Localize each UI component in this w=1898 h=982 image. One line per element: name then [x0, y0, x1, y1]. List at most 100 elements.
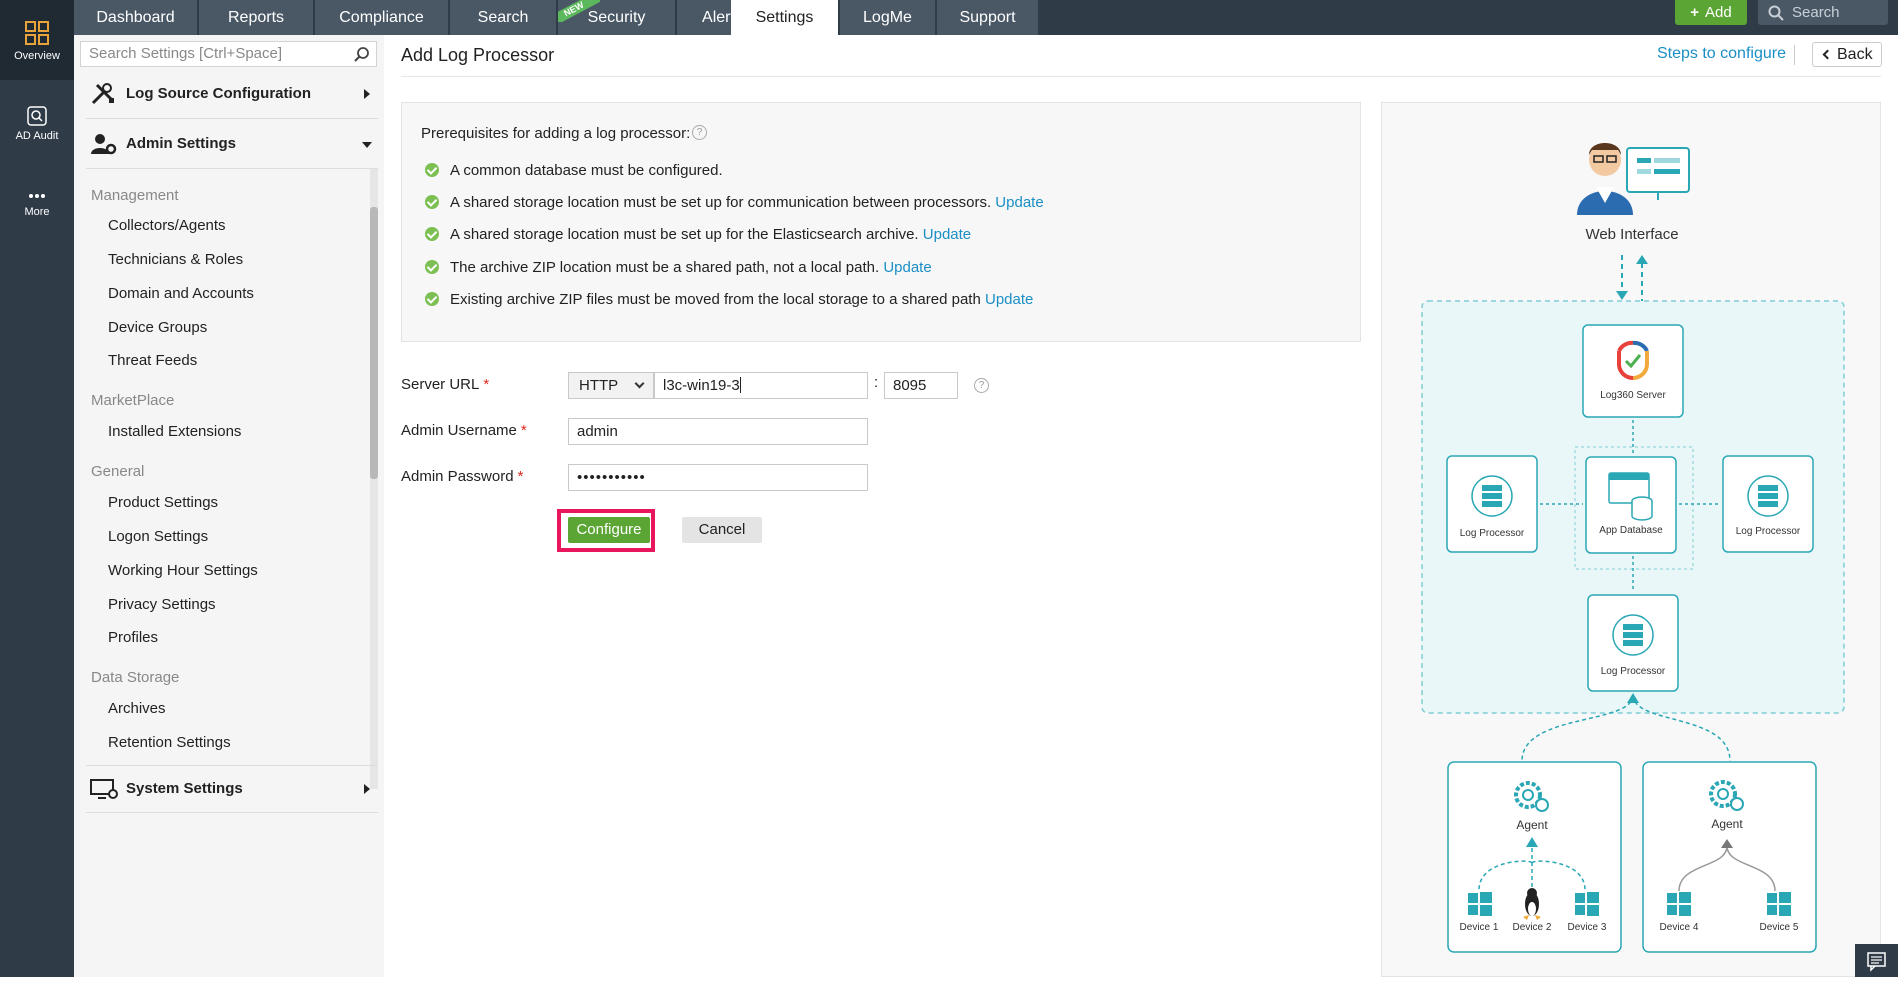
- web-interface-icon: [1577, 143, 1690, 215]
- tools-icon: [91, 83, 114, 105]
- search-icon: [354, 47, 369, 62]
- link-archives[interactable]: Archives: [108, 700, 166, 717]
- link-device-groups[interactable]: Device Groups: [108, 319, 207, 336]
- check-circle-icon: [425, 163, 439, 177]
- main-content: Add Log Processor Steps to configure Bac…: [384, 35, 1898, 977]
- link-retention-settings[interactable]: Retention Settings: [108, 734, 231, 751]
- tab-reports[interactable]: Reports: [199, 0, 314, 35]
- link-privacy-settings[interactable]: Privacy Settings: [108, 596, 216, 613]
- device-label: Device 1: [1460, 922, 1499, 933]
- link-product-settings[interactable]: Product Settings: [108, 494, 218, 511]
- link-logon-settings[interactable]: Logon Settings: [108, 528, 208, 545]
- update-link[interactable]: Update: [883, 259, 931, 276]
- protocol-select[interactable]: HTTP: [568, 372, 654, 399]
- update-link[interactable]: Update: [985, 291, 1033, 308]
- prerequisites-title: Prerequisites for adding a log processor…: [421, 125, 691, 142]
- web-interface-label: Web Interface: [1585, 226, 1678, 243]
- rail-overview[interactable]: Overview: [0, 0, 74, 80]
- sidebar-scrollbar[interactable]: [370, 169, 378, 789]
- device-label: Device 4: [1660, 922, 1699, 933]
- chevron-right-icon: [364, 784, 370, 794]
- add-button[interactable]: + Add: [1675, 0, 1747, 25]
- search-icon: [27, 106, 47, 126]
- more-icon: [29, 194, 45, 198]
- update-link[interactable]: Update: [995, 194, 1043, 211]
- settings-sidebar: Search Settings [Ctrl+Space] Log Source …: [74, 35, 384, 977]
- check-circle-icon: [425, 195, 439, 209]
- check-circle-icon: [425, 227, 439, 241]
- rail-more[interactable]: More: [0, 190, 74, 218]
- admin-username-input[interactable]: admin: [568, 418, 868, 445]
- group-data-storage: Data Storage: [91, 669, 180, 686]
- agent-label: Agent: [1516, 818, 1548, 832]
- device-label: Device 2: [1513, 922, 1552, 933]
- admin-username-label: Admin Username *: [401, 422, 527, 439]
- admin-password-label: Admin Password *: [401, 468, 524, 485]
- tab-logme[interactable]: LogMe: [840, 0, 936, 35]
- title-divider: [401, 76, 1881, 77]
- system-settings[interactable]: System Settings: [86, 765, 378, 813]
- tab-search[interactable]: Search: [450, 0, 557, 35]
- monitor-icon: [90, 779, 118, 799]
- chat-button[interactable]: [1855, 944, 1898, 977]
- cancel-button[interactable]: Cancel: [682, 517, 762, 543]
- link-collectors-agents[interactable]: Collectors/Agents: [108, 217, 226, 234]
- update-link[interactable]: Update: [923, 226, 971, 243]
- chevron-down-icon: [634, 378, 645, 389]
- scrollbar-thumb[interactable]: [370, 207, 378, 479]
- admin-settings[interactable]: Admin Settings: [86, 121, 378, 169]
- link-threat-feeds[interactable]: Threat Feeds: [108, 352, 197, 369]
- link-technicians-roles[interactable]: Technicians & Roles: [108, 251, 243, 268]
- text-cursor: [739, 377, 741, 393]
- device-label: Device 5: [1760, 922, 1799, 933]
- rail-label: Overview: [14, 50, 60, 62]
- group-marketplace: MarketPlace: [91, 392, 175, 409]
- server-host-input[interactable]: l3c-win19-3: [654, 372, 868, 399]
- chevron-left-icon: [1822, 49, 1833, 60]
- admin-password-input[interactable]: •••••••••••: [568, 464, 868, 491]
- log-processor-label: Log Processor: [1460, 528, 1525, 539]
- left-rail: Overview AD Audit More: [0, 0, 74, 977]
- tab-security[interactable]: NEW Security: [558, 0, 676, 35]
- rail-label: More: [24, 206, 50, 218]
- device-label: Device 3: [1568, 922, 1607, 933]
- help-icon[interactable]: ?: [974, 378, 989, 393]
- tab-dashboard[interactable]: Dashboard: [74, 0, 198, 35]
- agent-label: Agent: [1711, 817, 1743, 831]
- link-profiles[interactable]: Profiles: [108, 629, 158, 646]
- page-title: Add Log Processor: [401, 45, 555, 65]
- log-processor-label: Log Processor: [1601, 666, 1666, 677]
- new-badge: NEW: [558, 0, 600, 22]
- back-button[interactable]: Back: [1812, 42, 1882, 67]
- rail-ad-audit[interactable]: AD Audit: [0, 106, 74, 142]
- link-domain-accounts[interactable]: Domain and Accounts: [108, 285, 254, 302]
- plus-icon: +: [1690, 4, 1700, 21]
- check-circle-icon: [425, 292, 439, 306]
- link-installed-extensions[interactable]: Installed Extensions: [108, 423, 241, 440]
- admin-gear-icon: [91, 134, 117, 155]
- settings-search-input[interactable]: Search Settings [Ctrl+Space]: [80, 41, 377, 67]
- architecture-diagram: Web Interface Log360 Server App Database…: [1381, 102, 1881, 977]
- prerequisites-panel: Prerequisites for adding a log processor…: [401, 102, 1361, 342]
- chat-icon: [1867, 952, 1886, 972]
- tab-settings[interactable]: Settings: [731, 0, 839, 35]
- group-general: General: [91, 463, 145, 480]
- app-db-label: App Database: [1599, 525, 1663, 536]
- help-icon[interactable]: ?: [692, 125, 707, 140]
- steps-to-configure-link[interactable]: Steps to configure: [1657, 45, 1786, 63]
- configure-button[interactable]: Configure: [568, 517, 650, 543]
- group-management: Management: [91, 187, 179, 204]
- port-input[interactable]: 8095: [884, 372, 958, 399]
- port-separator: :: [874, 374, 879, 391]
- server-label: Log360 Server: [1600, 390, 1666, 401]
- server-url-label: Server URL *: [401, 376, 490, 393]
- rail-label: AD Audit: [15, 130, 59, 142]
- chevron-down-icon: [362, 142, 372, 148]
- tab-support[interactable]: Support: [937, 0, 1039, 35]
- top-search-input[interactable]: Search: [1758, 0, 1888, 25]
- top-nav: Dashboard Reports Compliance Search NEW …: [74, 0, 1898, 35]
- log-source-configuration[interactable]: Log Source Configuration: [86, 71, 378, 119]
- tab-compliance[interactable]: Compliance: [315, 0, 449, 35]
- link-working-hour-settings[interactable]: Working Hour Settings: [108, 562, 258, 579]
- divider: [1794, 45, 1795, 65]
